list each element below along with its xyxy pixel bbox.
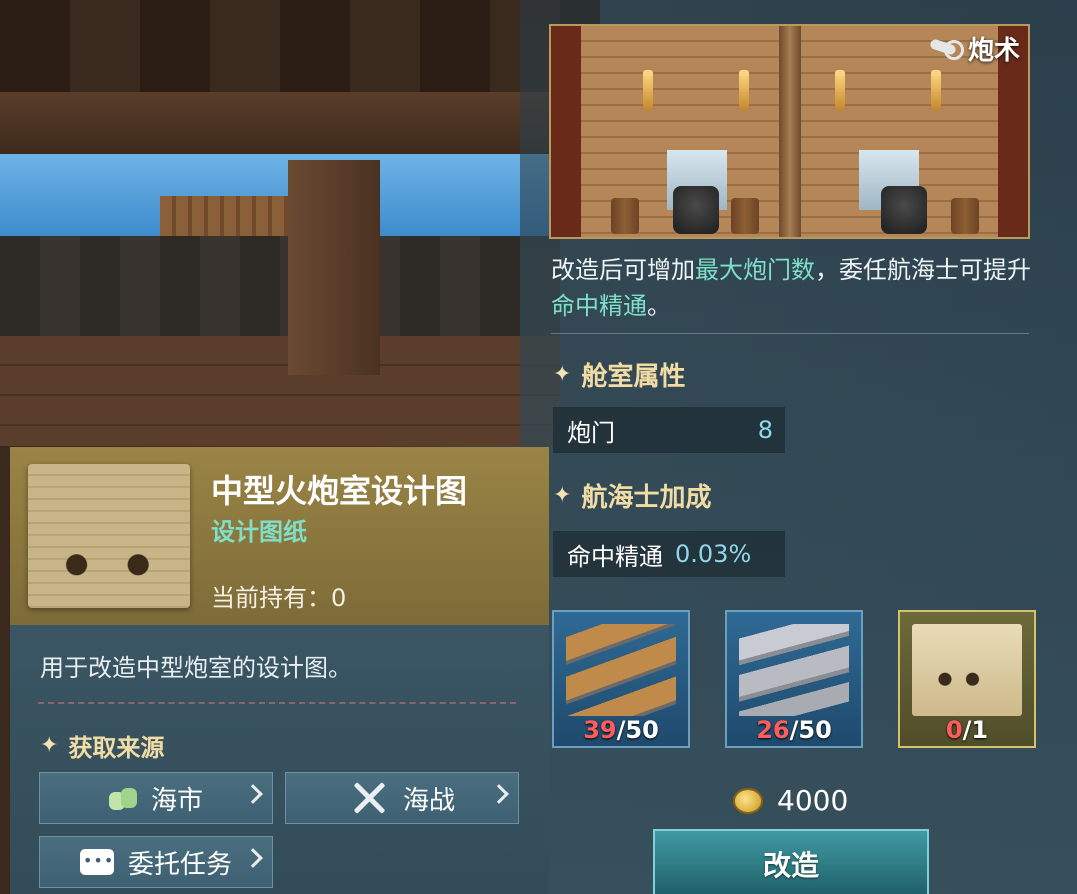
divider bbox=[551, 333, 1029, 334]
sparkle-icon: ✦ bbox=[553, 483, 572, 508]
material-count: 39/50 bbox=[583, 716, 659, 744]
item-type: 设计图纸 bbox=[211, 518, 307, 546]
coin-icon bbox=[733, 787, 763, 814]
chat-bubble-icon bbox=[79, 849, 114, 875]
cabin-preview-image: 炮术 bbox=[549, 24, 1030, 239]
material-slot-wood[interactable]: 39/50 bbox=[552, 610, 690, 748]
stat-row-hit-mastery: 命中精通 0.03% bbox=[553, 531, 785, 577]
chevron-right-icon bbox=[243, 848, 263, 868]
cannon-icon bbox=[930, 38, 964, 60]
stat-row-gunports: 炮门 8 bbox=[553, 407, 785, 453]
chevron-right-icon bbox=[243, 784, 263, 804]
money-bag-icon bbox=[108, 786, 137, 810]
crate bbox=[160, 196, 290, 236]
item-title: 中型火炮室设计图 bbox=[211, 472, 468, 510]
upgrade-description: 改造后可增加最大炮门数，委任航海士可提升命中精通。 bbox=[551, 256, 1031, 320]
carved-rail bbox=[0, 236, 560, 336]
material-count: 26/50 bbox=[756, 716, 832, 744]
source-button-naval-battle[interactable]: 海战 bbox=[285, 772, 519, 824]
highlight-max-gunports: 最大炮门数 bbox=[695, 256, 815, 284]
cost-amount: 4000 bbox=[777, 784, 849, 817]
cabin-attributes-title: ✦ 舱室属性 bbox=[553, 362, 686, 392]
material-slot-blueprint[interactable]: 0/1 bbox=[898, 610, 1036, 748]
material-slot-iron[interactable]: 26/50 bbox=[725, 610, 863, 748]
cost-display: 4000 bbox=[733, 784, 848, 817]
owned-count: 当前持有：0 bbox=[211, 584, 347, 612]
upgrade-button[interactable]: 改造 bbox=[653, 829, 929, 894]
blueprint-icon bbox=[912, 624, 1022, 716]
chevron-right-icon bbox=[489, 784, 509, 804]
sparkle-icon: ✦ bbox=[40, 733, 59, 758]
wood-planks-icon bbox=[566, 624, 676, 716]
source-button-commission[interactable]: 委托任务 bbox=[39, 836, 273, 888]
highlight-hit-mastery: 命中精通 bbox=[551, 292, 647, 320]
iron-plates-icon bbox=[739, 624, 849, 716]
source-button-market[interactable]: 海市 bbox=[39, 772, 273, 824]
source-title: ✦ 获取来源 bbox=[40, 733, 165, 762]
dashed-divider bbox=[38, 702, 516, 704]
category-tag-label: 炮术 bbox=[967, 36, 1020, 66]
sparkle-icon: ✦ bbox=[553, 362, 572, 387]
material-count: 0/1 bbox=[945, 716, 989, 744]
deck-planks bbox=[0, 336, 560, 446]
blueprint-thumbnail bbox=[28, 464, 190, 608]
cannon bbox=[881, 186, 927, 234]
wooden-post bbox=[288, 160, 380, 375]
crossed-swords-icon bbox=[349, 778, 389, 818]
wooden-beam bbox=[0, 92, 560, 154]
item-description: 用于改造中型炮室的设计图。 bbox=[40, 654, 352, 682]
carved-beam bbox=[0, 0, 600, 100]
navigator-bonus-title: ✦ 航海士加成 bbox=[553, 483, 712, 513]
category-tag: 炮术 bbox=[930, 30, 1020, 67]
cannon bbox=[673, 186, 719, 234]
